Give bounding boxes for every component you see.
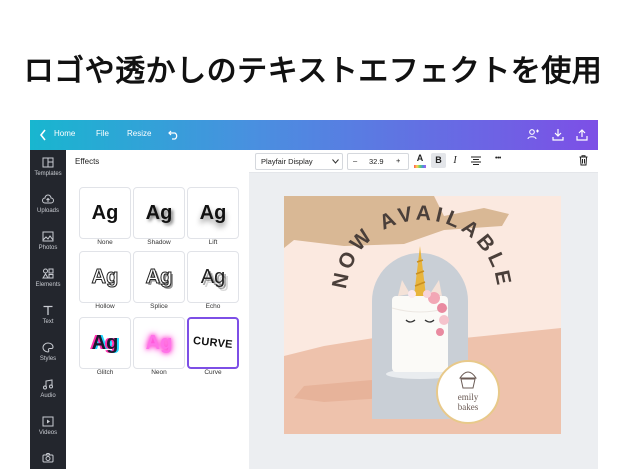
logo-line-2: bakes	[457, 402, 479, 412]
elements-icon	[42, 268, 54, 279]
video-icon	[42, 416, 54, 427]
music-note-icon	[43, 379, 53, 390]
share-upload-icon[interactable]	[576, 128, 588, 141]
effect-label: Echo	[205, 303, 221, 310]
sidebar-item-label: Styles	[39, 356, 57, 362]
logo-line-1: emily	[457, 392, 479, 402]
sidebar-item-label: Uploads	[36, 208, 59, 214]
effect-echo[interactable]: Ag	[187, 251, 239, 303]
share-people-icon[interactable]	[527, 128, 540, 141]
font-size-increase-button[interactable]: +	[396, 156, 400, 165]
photo-icon	[42, 231, 54, 242]
camera-icon	[42, 453, 54, 463]
effect-sample: Ag	[199, 202, 227, 224]
effects-panel: Effects Ag None Ag Shadow Ag Lift Ag Hol…	[66, 150, 249, 469]
effect-label: Glitch	[96, 369, 114, 376]
chevron-down-icon	[332, 159, 339, 164]
effect-label: Lift	[208, 239, 218, 246]
home-button[interactable]: Home	[54, 129, 75, 138]
headline: ロゴや透かしのテキストエフェクトを使用	[23, 54, 603, 89]
text-color-letter: A	[416, 153, 424, 163]
font-size-stepper[interactable]: – 32.9 +	[347, 153, 409, 170]
effect-shadow[interactable]: Ag	[133, 187, 185, 239]
design-canvas[interactable]: NOW AVAILABLE emily bakes	[284, 196, 561, 434]
effect-sample: CURVE	[192, 334, 234, 352]
sidebar-item-label: Elements	[35, 282, 61, 288]
italic-label: I	[453, 155, 457, 166]
align-center-icon[interactable]	[471, 156, 481, 165]
resize-button[interactable]: Resize	[127, 129, 151, 138]
effect-sample: Ag	[200, 266, 226, 288]
text-icon	[43, 305, 53, 315]
effect-glitch[interactable]: Ag	[79, 317, 131, 369]
sidebar-item-label: Videos	[38, 430, 58, 436]
trash-icon[interactable]	[579, 155, 588, 166]
text-color-button[interactable]: A	[413, 153, 427, 168]
sidebar-item-styles[interactable]: Styles	[30, 342, 66, 362]
effect-label: Hollow	[95, 303, 115, 310]
sidebar-item-label: Photos	[38, 245, 58, 251]
effect-label: Curve	[204, 369, 222, 376]
sidebar-item-uploads[interactable]: Uploads	[30, 194, 66, 214]
bold-label: B	[435, 155, 442, 165]
sidebar-item-audio[interactable]: Audio	[30, 379, 66, 399]
effect-neon[interactable]: Ag	[133, 317, 185, 369]
effect-label: None	[97, 239, 113, 246]
sidebar: Templates Uploads Photos Elements Text S…	[30, 150, 66, 469]
sidebar-item-label: Audio	[40, 393, 56, 399]
effect-lift[interactable]: Ag	[187, 187, 239, 239]
effect-curve[interactable]: CURVE	[187, 317, 239, 369]
font-size-input[interactable]: 32.9	[369, 157, 384, 166]
palette-icon	[42, 342, 54, 353]
templates-icon	[42, 157, 54, 168]
effect-splice[interactable]: Ag	[133, 251, 185, 303]
effect-sample: Ag	[91, 202, 119, 224]
sidebar-item-templates[interactable]: Templates	[30, 157, 66, 177]
sidebar-item-label: Templates	[34, 171, 62, 177]
upload-cloud-icon	[42, 194, 54, 204]
sidebar-item-photos[interactable]: Photos	[30, 231, 66, 251]
sidebar-item-label: Text	[42, 319, 54, 325]
sidebar-item-elements[interactable]: Elements	[30, 268, 66, 288]
font-family-select[interactable]: Playfair Display	[255, 153, 343, 170]
undo-icon[interactable]	[168, 129, 180, 140]
sidebar-item-videos[interactable]: Videos	[30, 416, 66, 436]
italic-button[interactable]: I	[449, 153, 461, 168]
effect-label: Shadow	[147, 239, 171, 246]
panel-title: Effects	[75, 157, 100, 166]
effect-sample: Ag	[145, 332, 173, 354]
download-icon[interactable]	[552, 128, 564, 141]
logo-text: emily bakes	[442, 392, 494, 412]
sidebar-item-camera[interactable]	[30, 452, 66, 466]
text-color-swatch	[414, 165, 426, 168]
chevron-left-icon[interactable]	[39, 129, 47, 141]
more-options-button[interactable]: •••	[495, 155, 501, 162]
text-toolbar: Playfair Display – 32.9 + A B I •••	[249, 150, 598, 173]
font-size-decrease-button[interactable]: –	[353, 156, 357, 165]
effect-none[interactable]: Ag	[79, 187, 131, 239]
top-bar: Home File Resize	[30, 120, 598, 150]
effect-hollow[interactable]: Ag	[79, 251, 131, 303]
effect-sample: Ag	[145, 266, 173, 289]
design-artwork: NOW AVAILABLE	[284, 196, 561, 434]
effect-label: Neon	[151, 369, 167, 376]
file-menu[interactable]: File	[96, 129, 109, 138]
app-window: Home File Resize Templates Uploads Photo…	[30, 120, 598, 469]
font-family-value: Playfair Display	[261, 157, 313, 166]
effect-sample: Ag	[91, 332, 119, 354]
sidebar-item-text[interactable]: Text	[30, 305, 66, 325]
effect-sample: Ag	[145, 202, 173, 224]
effect-label: Splice	[150, 303, 168, 310]
canvas-area: NOW AVAILABLE emily bakes	[249, 173, 598, 469]
effect-sample: Ag	[91, 266, 119, 289]
bold-button[interactable]: B	[431, 153, 446, 168]
